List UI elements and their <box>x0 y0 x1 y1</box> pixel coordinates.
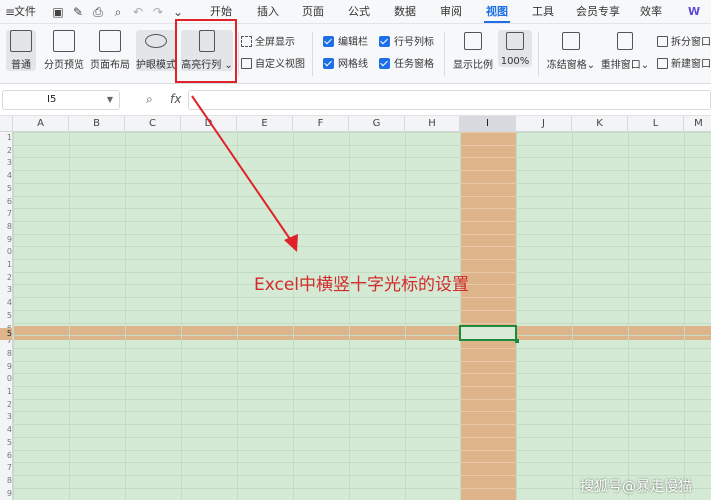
annotation-text: Excel中横竖十字光标的设置 <box>254 275 470 295</box>
annotation-arrow <box>191 95 298 252</box>
watermark: 搜狐号@暴走慢猫 <box>580 479 692 495</box>
spreadsheet-window: ≡ 文件 ▣ ✎ ⎙ ⌕ ↶ ↷ ⌄ 开始 插入 页面 公式 数据 审阅 视图 … <box>0 0 711 500</box>
